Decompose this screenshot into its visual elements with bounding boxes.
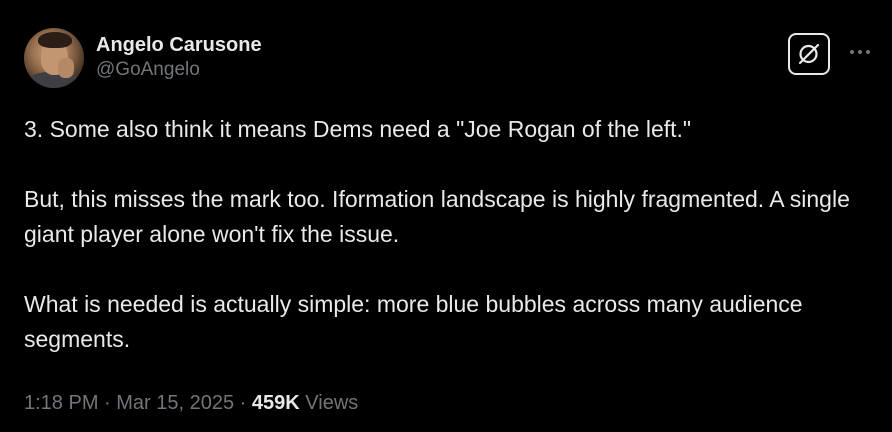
tweet-text: 3. Some also think it means Dems need a … [24, 112, 884, 357]
author-display-name[interactable]: Angelo Carusone [96, 33, 262, 57]
tweet-paragraph: 3. Some also think it means Dems need a … [24, 116, 692, 142]
avatar-hair [38, 32, 72, 48]
more-horizontal-icon [850, 50, 870, 54]
tweet-paragraph: What is needed is actually simple: more … [24, 291, 803, 352]
tweet: Angelo Carusone @GoAngelo 3. Some also t… [0, 0, 892, 432]
views-label: Views [305, 392, 359, 414]
meta-separator: · [98, 392, 117, 414]
views-count[interactable]: 459K [252, 392, 300, 414]
tweet-paragraph: But, this misses the mark too. Iformatio… [24, 186, 850, 247]
avatar[interactable] [24, 28, 84, 88]
author-handle[interactable]: @GoAngelo [96, 58, 262, 82]
avatar-hand [58, 58, 74, 78]
tweet-time[interactable]: 1:18 PM [24, 392, 98, 414]
grok-button[interactable] [788, 33, 830, 75]
more-options-button[interactable] [846, 40, 874, 64]
tweet-meta: 1:18 PM · Mar 15, 2025 · 459K Views [24, 389, 358, 417]
meta-separator: · [234, 392, 252, 414]
author-names: Angelo Carusone @GoAngelo [96, 33, 262, 82]
tweet-date[interactable]: Mar 15, 2025 [116, 392, 234, 414]
grok-icon [798, 43, 820, 65]
tweet-header: Angelo Carusone @GoAngelo [24, 28, 262, 88]
